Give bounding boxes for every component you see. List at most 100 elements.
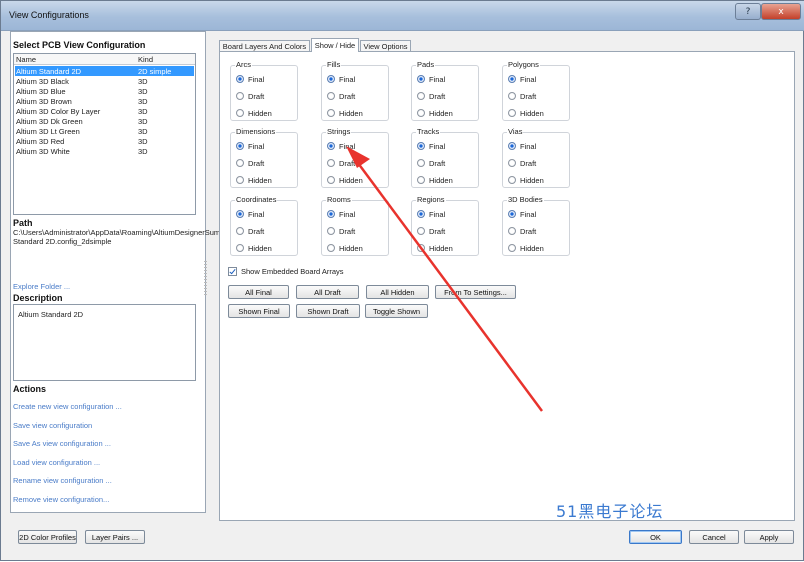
2d-color-profiles-button[interactable]: 2D Color Profiles [18,530,77,544]
action-link[interactable]: Save As view configuration ... [13,439,111,448]
radio-option-hidden[interactable]: Hidden [508,107,544,119]
configuration-row[interactable]: Altium 3D Color By Layer 3D [15,106,194,116]
radio-button[interactable] [508,109,516,117]
radio-button[interactable] [417,210,425,218]
radio-option-hidden[interactable]: Hidden [236,174,272,186]
show-embedded-board-arrays-checkbox[interactable] [228,267,237,276]
radio-option-draft[interactable]: Draft [236,225,264,237]
radio-option-final[interactable]: Final [236,140,264,152]
radio-button[interactable] [327,109,335,117]
radio-button[interactable] [417,75,425,83]
radio-option-final[interactable]: Final [417,208,445,220]
radio-button[interactable] [236,227,244,235]
radio-option-draft[interactable]: Draft [236,157,264,169]
radio-option-hidden[interactable]: Hidden [327,174,363,186]
configuration-row[interactable]: Altium 3D Blue 3D [15,86,194,96]
radio-option-final[interactable]: Final [236,208,264,220]
radio-button[interactable] [508,176,516,184]
radio-option-final[interactable]: Final [417,73,445,85]
explore-folder-link[interactable]: Explore Folder ... [13,282,70,291]
shown-final-button[interactable]: Shown Final [228,304,290,318]
configuration-row[interactable]: Altium 3D Dk Green 3D [15,116,194,126]
radio-option-final[interactable]: Final [508,208,536,220]
radio-button[interactable] [327,244,335,252]
radio-option-draft[interactable]: Draft [417,157,445,169]
all-draft-button[interactable]: All Draft [296,285,359,299]
shown-draft-button[interactable]: Shown Draft [296,304,360,318]
all-hidden-button[interactable]: All Hidden [366,285,429,299]
action-link[interactable]: Create new view configuration ... [13,402,122,411]
radio-button[interactable] [417,244,425,252]
radio-option-draft[interactable]: Draft [327,157,355,169]
configuration-row[interactable]: Altium Standard 2D 2D simple [15,66,194,76]
configuration-row[interactable]: Altium 3D White 3D [15,146,194,156]
from-to-settings-button[interactable]: From To Settings... [435,285,516,299]
radio-button[interactable] [327,210,335,218]
radio-button[interactable] [327,176,335,184]
tab-board-layers-and-colors[interactable]: Board Layers And Colors [219,40,310,51]
radio-option-final[interactable]: Final [236,73,264,85]
action-link[interactable]: Save view configuration [13,421,92,430]
description-box[interactable]: Altium Standard 2D [13,304,196,381]
radio-option-final[interactable]: Final [327,73,355,85]
radio-button[interactable] [417,92,425,100]
action-link[interactable]: Remove view configuration... [13,495,109,504]
radio-button[interactable] [417,159,425,167]
configuration-list[interactable]: Name Kind Altium Standard 2D 2D simple Alt… [13,53,196,215]
show-embedded-board-arrays-row[interactable]: Show Embedded Board Arrays [228,267,344,276]
radio-option-draft[interactable]: Draft [417,225,445,237]
radio-option-final[interactable]: Final [508,140,536,152]
action-link[interactable]: Rename view configuration ... [13,476,112,485]
radio-button[interactable] [236,244,244,252]
radio-button[interactable] [508,142,516,150]
radio-button[interactable] [508,159,516,167]
column-header-name[interactable]: Name [16,55,36,64]
radio-option-draft[interactable]: Draft [508,225,536,237]
radio-option-hidden[interactable]: Hidden [327,107,363,119]
tab-view-options[interactable]: View Options [360,40,411,51]
all-final-button[interactable]: All Final [228,285,289,299]
radio-button[interactable] [508,210,516,218]
close-button[interactable]: x [761,3,801,20]
radio-option-hidden[interactable]: Hidden [417,242,453,254]
radio-button[interactable] [327,159,335,167]
radio-option-draft[interactable]: Draft [236,90,264,102]
radio-button[interactable] [508,227,516,235]
radio-button[interactable] [417,109,425,117]
radio-button[interactable] [236,176,244,184]
radio-option-hidden[interactable]: Hidden [327,242,363,254]
radio-button[interactable] [236,75,244,83]
radio-option-draft[interactable]: Draft [327,225,355,237]
radio-button[interactable] [508,92,516,100]
radio-option-hidden[interactable]: Hidden [417,107,453,119]
configuration-row[interactable]: Altium 3D Brown 3D [15,96,194,106]
radio-button[interactable] [327,227,335,235]
layer-pairs-button[interactable]: Layer Pairs ... [85,530,145,544]
radio-option-draft[interactable]: Draft [327,90,355,102]
radio-option-hidden[interactable]: Hidden [417,174,453,186]
cancel-button[interactable]: Cancel [689,530,739,544]
configuration-row[interactable]: Altium 3D Red 3D [15,136,194,146]
radio-option-final[interactable]: Final [327,208,355,220]
radio-button[interactable] [508,244,516,252]
radio-option-draft[interactable]: Draft [508,90,536,102]
configuration-row[interactable]: Altium 3D Lt Green 3D [15,126,194,136]
radio-option-hidden[interactable]: Hidden [236,107,272,119]
radio-button[interactable] [236,142,244,150]
radio-button[interactable] [327,92,335,100]
radio-button[interactable] [236,92,244,100]
action-link[interactable]: Load view configuration ... [13,458,100,467]
radio-button[interactable] [417,227,425,235]
radio-option-final[interactable]: Final [508,73,536,85]
radio-option-final[interactable]: Final [327,140,355,152]
radio-option-draft[interactable]: Draft [508,157,536,169]
radio-button[interactable] [327,75,335,83]
radio-option-hidden[interactable]: Hidden [508,174,544,186]
radio-button[interactable] [236,210,244,218]
radio-button[interactable] [508,75,516,83]
tab-show-hide[interactable]: Show / Hide [311,38,359,52]
column-header-kind[interactable]: Kind [138,55,153,64]
radio-option-hidden[interactable]: Hidden [508,242,544,254]
radio-button[interactable] [417,142,425,150]
radio-button[interactable] [327,142,335,150]
